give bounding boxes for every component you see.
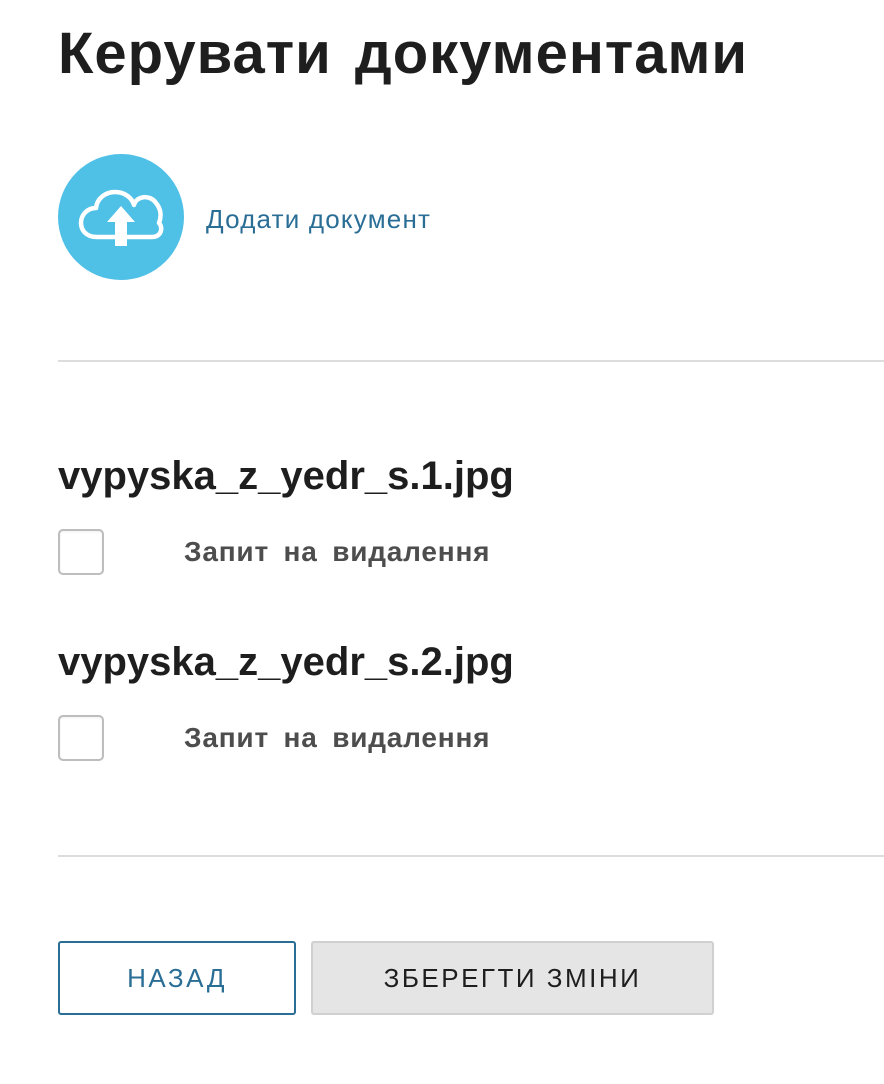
upload-circle[interactable] — [58, 154, 184, 280]
back-button[interactable]: НАЗАД — [58, 941, 296, 1015]
save-changes-button[interactable]: ЗБЕРЕГТИ ЗМІНИ — [311, 941, 714, 1015]
delete-request-checkbox[interactable] — [58, 529, 104, 575]
delete-request-label[interactable]: Запит на видалення — [184, 722, 490, 754]
divider — [58, 360, 884, 362]
delete-request-row[interactable]: Запит на видалення — [58, 715, 490, 761]
add-document-link[interactable]: Додати документ — [206, 204, 431, 235]
delete-request-checkbox[interactable] — [58, 715, 104, 761]
document-filename: vypyska_z_yedr_s.2.jpg — [58, 640, 514, 684]
delete-request-label[interactable]: Запит на видалення — [184, 536, 490, 568]
add-document-button[interactable]: Додати документ — [58, 154, 431, 280]
divider — [58, 855, 884, 857]
page-title: Керувати документами — [58, 21, 749, 86]
delete-request-row[interactable]: Запит на видалення — [58, 529, 490, 575]
document-filename: vypyska_z_yedr_s.1.jpg — [58, 454, 514, 498]
cloud-upload-icon — [78, 189, 164, 246]
